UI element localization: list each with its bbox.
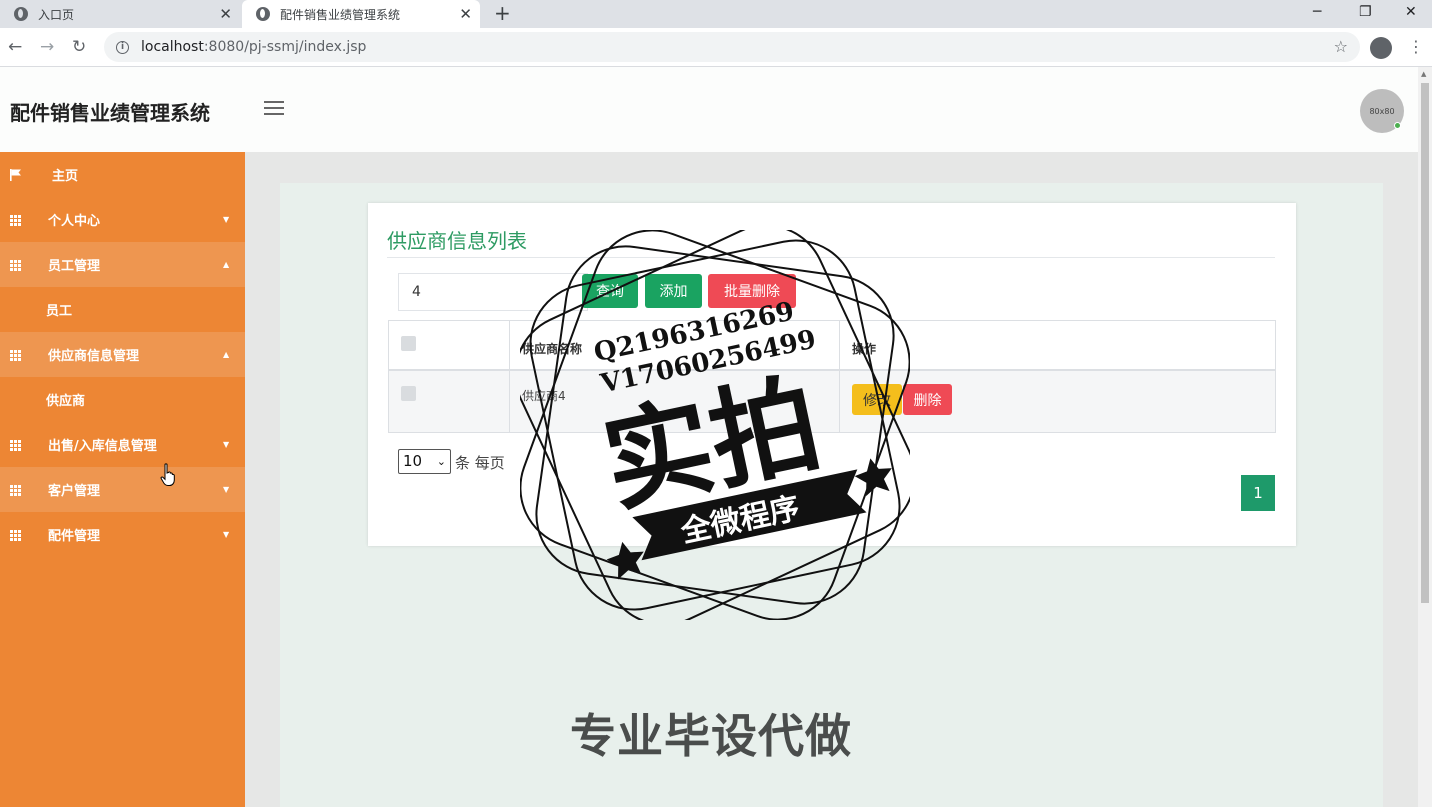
sidebar-item-label: 客户管理 [48, 484, 101, 499]
profile-icon[interactable] [1370, 37, 1392, 59]
browser-tab-strip: 入口页 ✕ 配件销售业绩管理系统 ✕ + ─ ❐ ✕ [0, 0, 1432, 28]
reload-icon[interactable]: ↻ [72, 36, 86, 58]
star-icon [854, 458, 892, 497]
info-icon[interactable]: i [116, 40, 129, 54]
grid-icon [10, 214, 22, 226]
forward-icon[interactable]: → [40, 36, 54, 58]
url-path: :8080/pj-ssmj/index.jsp [203, 39, 367, 55]
scroll-up-arrow-icon[interactable]: ▲ [1421, 70, 1426, 78]
tab-title: 配件销售业绩管理系统 [280, 7, 401, 22]
restore-button[interactable]: ❐ [1359, 2, 1372, 22]
hamburger-menu-icon[interactable] [264, 101, 284, 117]
sidebar-item-parts-management[interactable]: 配件管理 ▼ [0, 512, 245, 557]
globe-icon [256, 7, 270, 21]
sidebar-item-label: 供应商信息管理 [48, 349, 140, 364]
caret-down-icon: ▼ [223, 440, 230, 449]
online-status-dot [1394, 122, 1401, 129]
grid-icon [10, 439, 22, 451]
tab-title: 入口页 [38, 7, 75, 22]
chevron-down-icon: ⌄ [436, 455, 446, 468]
sidebar-item-personal-center[interactable]: 个人中心 ▼ [0, 197, 245, 242]
sidebar-item-label: 配件管理 [48, 529, 101, 544]
sidebar-item-label: 供应商 [46, 394, 86, 409]
sidebar-item-label: 出售/入库信息管理 [48, 439, 157, 454]
url-field[interactable]: i localhost:8080/pj-ssmj/index.jsp ☆ [104, 32, 1360, 62]
scroll-thumb[interactable] [1421, 83, 1429, 603]
back-icon[interactable]: ← [8, 36, 22, 58]
app-title: 配件销售业绩管理系统 [10, 101, 210, 125]
bookmark-star-icon[interactable]: ☆ [1334, 37, 1348, 56]
grid-icon [10, 529, 22, 541]
flag-icon [10, 168, 21, 181]
sidebar-item-label: 个人中心 [48, 214, 101, 229]
sidebar-item-home[interactable]: 主页 [0, 152, 245, 197]
caret-down-icon: ▼ [223, 215, 230, 224]
hand-cursor-icon [160, 463, 175, 486]
watermark-banner: 专业毕设代做 [570, 709, 852, 763]
page-title: 供应商信息列表 [387, 229, 527, 253]
sidebar-item-supplier-management[interactable]: 供应商信息管理 ▲ [0, 332, 245, 377]
select-all-checkbox[interactable] [401, 336, 416, 351]
sidebar-item-label: 主页 [52, 169, 79, 184]
browser-menu-icon[interactable]: ⋮ [1408, 35, 1424, 59]
caret-up-icon: ▲ [223, 260, 230, 269]
grid-icon [10, 259, 22, 271]
watermark-stamp: Q2196316269 V17060256499 实拍 全微程序 [520, 230, 910, 620]
tab-close-icon[interactable]: ✕ [459, 5, 472, 23]
row-checkbox[interactable] [401, 386, 416, 401]
sidebar-item-label: 员工 [46, 304, 73, 319]
tab-close-icon[interactable]: ✕ [219, 5, 232, 23]
page-scrollbar[interactable]: ▲ [1418, 67, 1432, 807]
per-page-label: 条 每页 [455, 454, 505, 472]
sidebar-subitem-supplier[interactable]: 供应商 [0, 377, 245, 422]
sidebar: 主页 个人中心 ▼ 员工管理 ▲ 员工 供应商信息管理 ▲ 供应商 出售/入库信… [0, 152, 245, 807]
sidebar-item-employee-management[interactable]: 员工管理 ▲ [0, 242, 245, 287]
minimize-button[interactable]: ─ [1313, 2, 1321, 22]
app-header: 配件销售业绩管理系统 80x80 [0, 67, 1418, 152]
grid-icon [10, 349, 22, 361]
sidebar-item-customer-management[interactable]: 客户管理 ▼ [0, 467, 245, 512]
tab-entry-page[interactable]: 入口页 ✕ [0, 0, 240, 28]
caret-down-icon: ▼ [223, 485, 230, 494]
caret-down-icon: ▼ [223, 530, 230, 539]
page-size-select[interactable]: 10 ⌄ [398, 449, 451, 474]
address-bar: ← → ↻ i localhost:8080/pj-ssmj/index.jsp… [0, 28, 1432, 67]
url-host: localhost [141, 39, 204, 55]
sidebar-subitem-employee[interactable]: 员工 [0, 287, 245, 332]
pagination-page-button[interactable]: 1 [1241, 475, 1275, 511]
sidebar-item-sales-stock[interactable]: 出售/入库信息管理 ▼ [0, 422, 245, 467]
delete-button[interactable]: 删除 [903, 384, 952, 415]
sidebar-item-label: 员工管理 [48, 259, 101, 274]
new-tab-button[interactable]: + [494, 3, 511, 23]
caret-up-icon: ▲ [223, 350, 230, 359]
grid-icon [10, 484, 22, 496]
window-close-button[interactable]: ✕ [1405, 2, 1417, 22]
page-size-value: 10 [403, 452, 423, 470]
globe-icon [14, 7, 28, 21]
tab-system[interactable]: 配件销售业绩管理系统 ✕ [242, 0, 480, 28]
